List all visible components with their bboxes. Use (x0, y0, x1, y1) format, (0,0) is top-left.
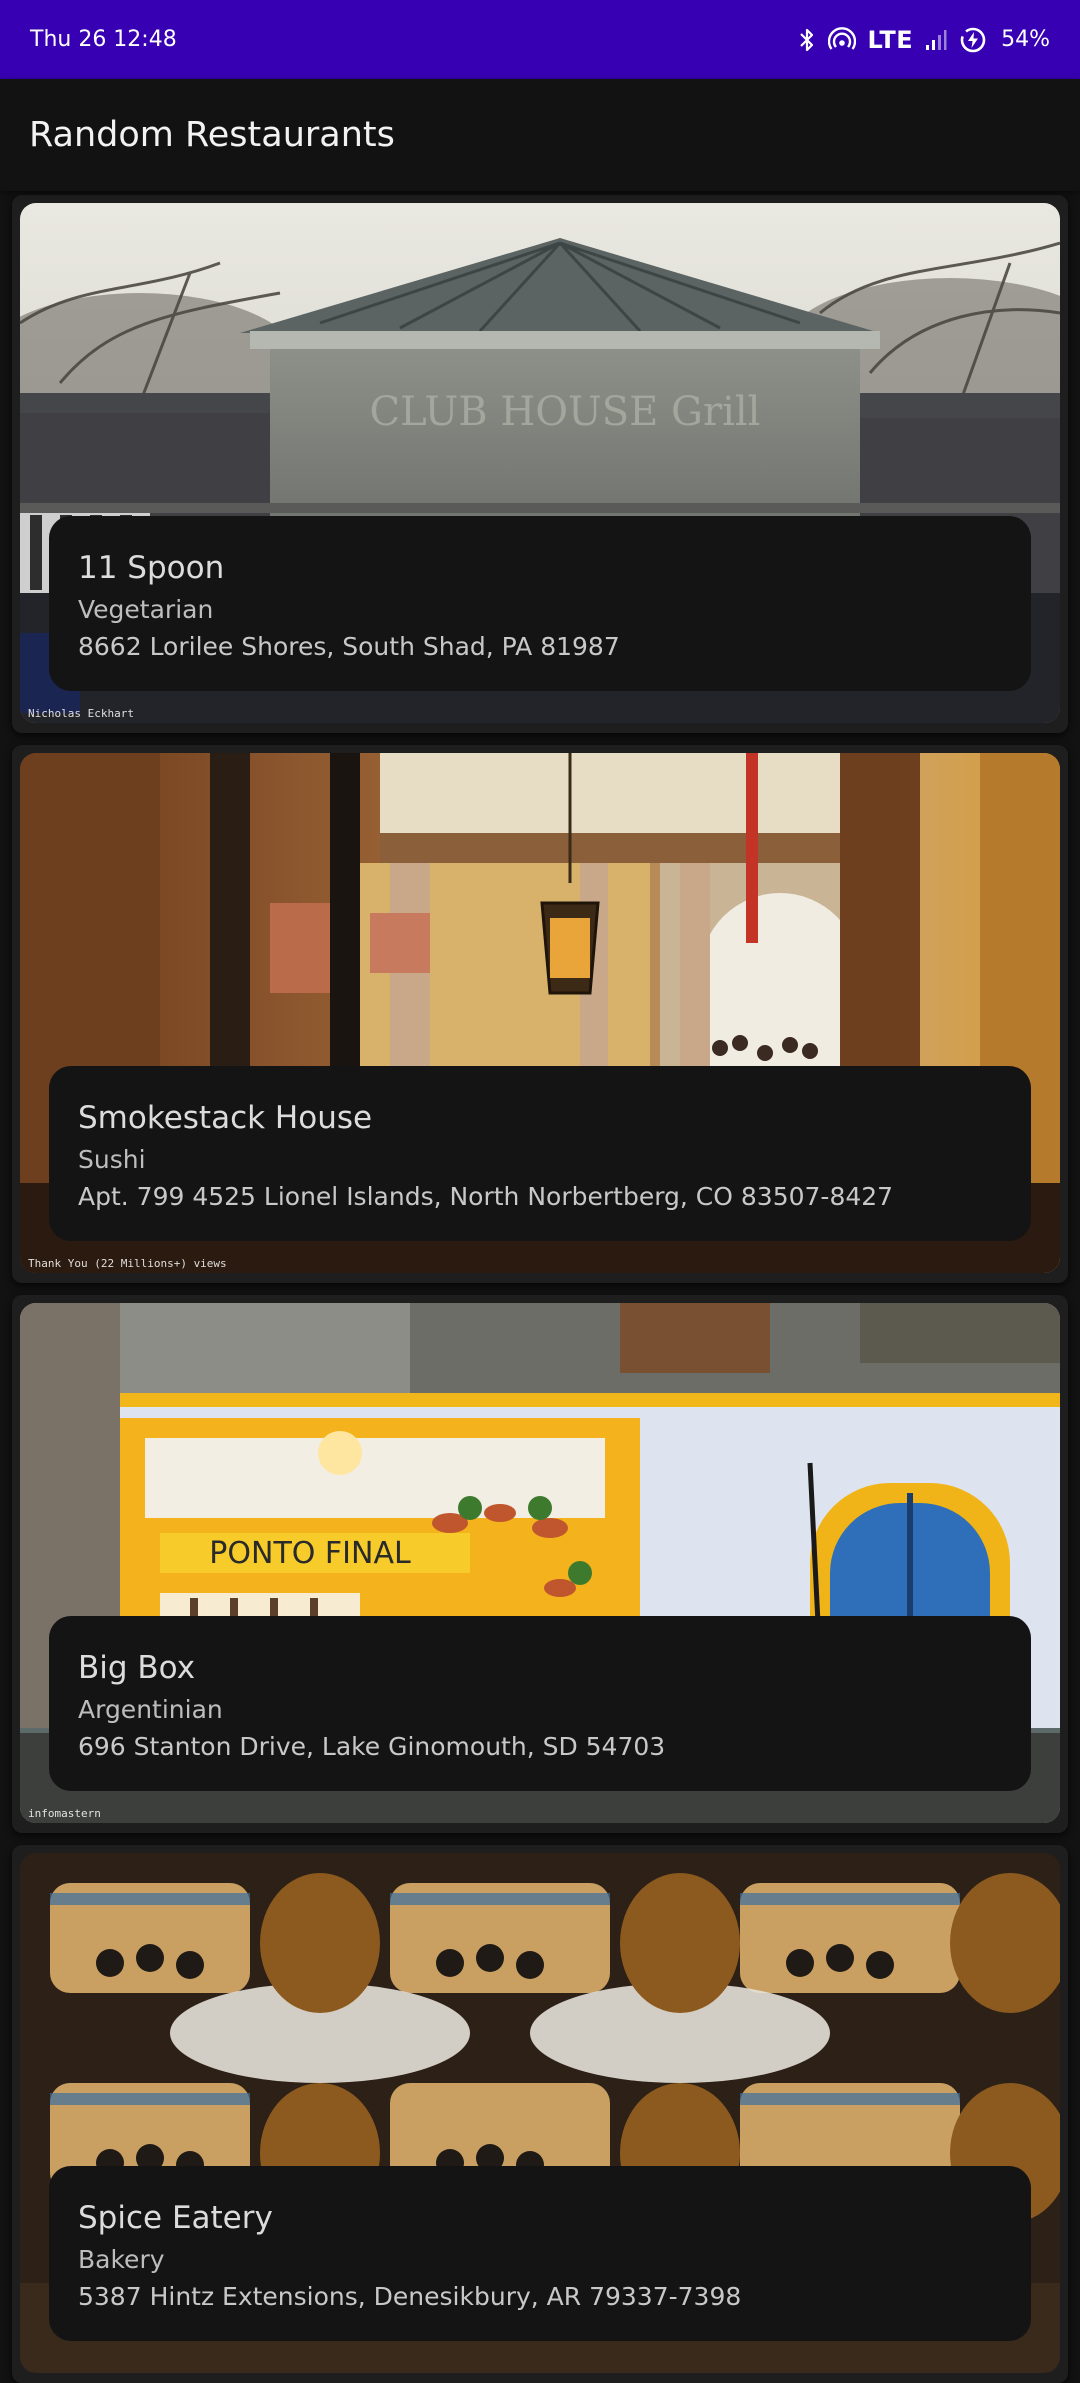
restaurant-cuisine: Vegetarian (78, 595, 214, 624)
restaurant-card[interactable]: PONTO FINAL infomastern Big Box Argentin… (12, 1295, 1068, 1833)
photo-sign-text: CLUB HOUSE Grill (370, 389, 761, 435)
app-bar: Random Restaurants (0, 79, 1080, 191)
battery-charging-icon (959, 26, 987, 54)
restaurant-name: Big Box (78, 1650, 196, 1686)
restaurant-info: 11 Spoon Vegetarian 8662 Lorilee Shores,… (49, 516, 1031, 691)
photo-credit: infomastern (28, 1807, 101, 1820)
restaurant-name: Spice Eatery (78, 2200, 273, 2236)
restaurant-address: Apt. 799 4525 Lionel Islands, North Norb… (78, 1182, 894, 1211)
restaurant-name: Smokestack House (78, 1100, 373, 1136)
hotspot-icon (827, 26, 856, 53)
restaurant-card[interactable]: CLUB HOUSE Grill Nicholas Eckhart 11 Spo… (12, 195, 1068, 733)
signal-icon (925, 28, 947, 52)
photo-sign-text: PONTO FINAL (209, 1536, 411, 1571)
page-title: Random Restaurants (29, 115, 395, 155)
restaurant-card[interactable]: Thank You (22 Millions+) views Smokestac… (12, 745, 1068, 1283)
photo-credit: Thank You (22 Millions+) views (28, 1257, 227, 1270)
restaurant-name: 11 Spoon (78, 550, 225, 586)
restaurant-card[interactable]: Spice Eatery Bakery 5387 Hintz Extension… (12, 1845, 1068, 2383)
status-time: Thu 26 12:48 (30, 27, 177, 52)
restaurant-info: Spice Eatery Bakery 5387 Hintz Extension… (49, 2166, 1031, 2341)
restaurant-cuisine: Argentinian (78, 1695, 223, 1724)
bluetooth-icon (798, 27, 816, 53)
status-icons: LTE 54% (798, 25, 1050, 54)
restaurant-info: Smokestack House Sushi Apt. 799 4525 Lio… (49, 1066, 1031, 1241)
network-type: LTE (867, 25, 914, 54)
battery-percent: 54% (1001, 27, 1050, 52)
restaurant-address: 696 Stanton Drive, Lake Ginomouth, SD 54… (78, 1732, 666, 1761)
photo-credit: Nicholas Eckhart (28, 707, 134, 720)
restaurant-cuisine: Bakery (78, 2245, 165, 2274)
restaurant-address: 5387 Hintz Extensions, Denesikbury, AR 7… (78, 2282, 742, 2311)
status-bar: Thu 26 12:48 LTE 54% (0, 0, 1080, 79)
restaurant-address: 8662 Lorilee Shores, South Shad, PA 8198… (78, 632, 620, 661)
restaurant-info: Big Box Argentinian 696 Stanton Drive, L… (49, 1616, 1031, 1791)
restaurant-cuisine: Sushi (78, 1145, 146, 1174)
